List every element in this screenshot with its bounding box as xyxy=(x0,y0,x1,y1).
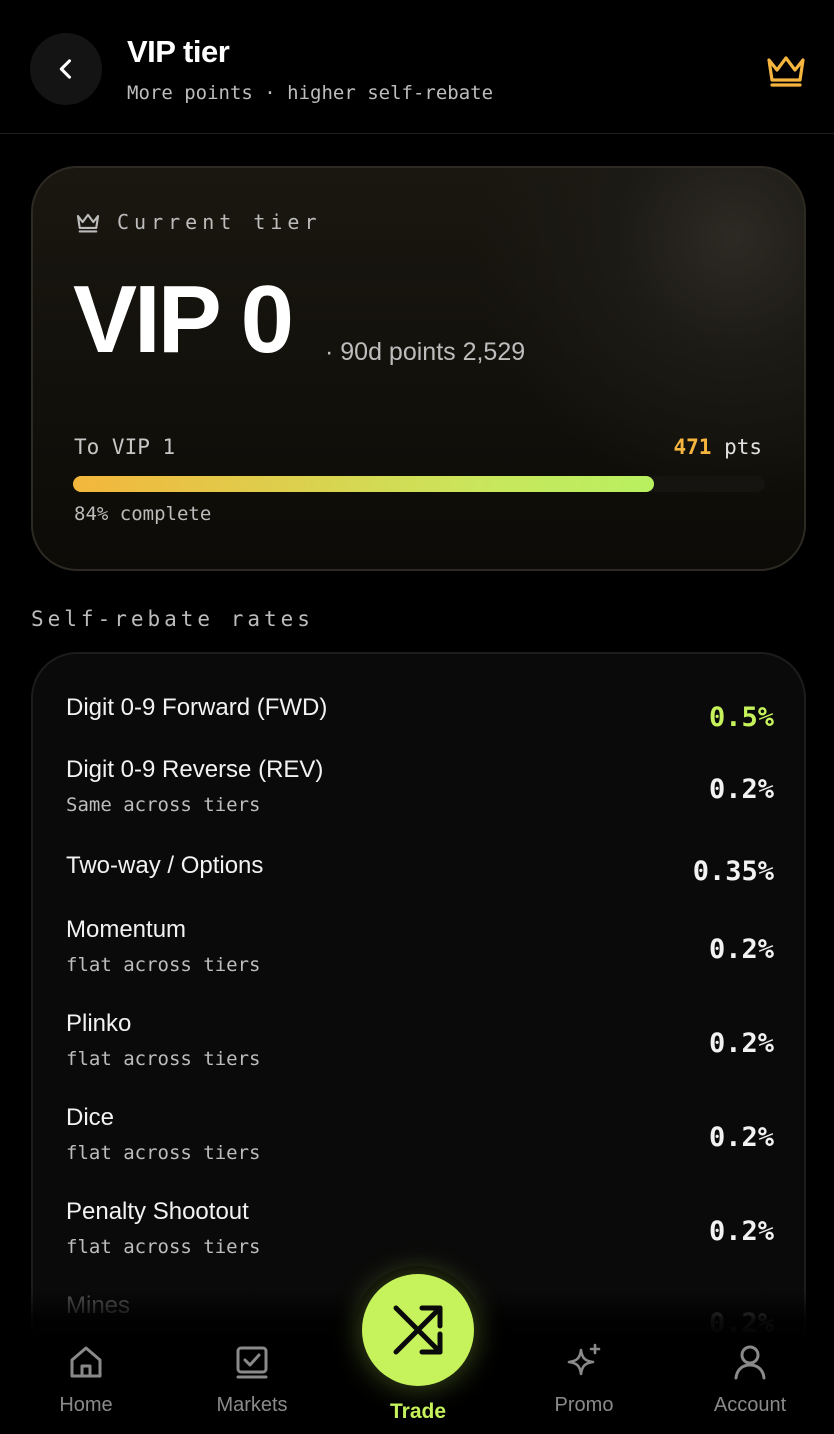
tier-progress-fill xyxy=(73,476,655,492)
rate-name: Momentum xyxy=(66,916,187,943)
rate-note: flat across tiers xyxy=(66,1048,261,1070)
rate-note: flat across tiers xyxy=(66,1236,261,1258)
points-needed-value: 471 xyxy=(673,435,712,459)
nav-trade[interactable] xyxy=(354,1266,482,1394)
sparkle-icon xyxy=(567,1343,601,1376)
rate-name: Two-way / Options xyxy=(66,852,264,879)
markets-icon xyxy=(236,1346,268,1379)
rate-note: flat across tiers xyxy=(66,1142,261,1164)
rate-row: Dice flat across tiers 0.2% xyxy=(66,1104,774,1164)
current-tier-label: Current tier xyxy=(117,210,322,234)
chevron-left-icon xyxy=(59,59,72,79)
rate-value: 0.35% xyxy=(692,856,774,887)
rate-value: 0.5% xyxy=(708,702,774,733)
rate-row: Momentum flat across tiers 0.2% xyxy=(66,916,774,976)
rate-value: 0.2% xyxy=(708,934,774,965)
rate-name: Dice xyxy=(66,1104,115,1131)
user-icon xyxy=(734,1345,766,1380)
nav-markets-label: Markets xyxy=(216,1394,288,1416)
nav-account[interactable]: Account xyxy=(690,1342,810,1417)
section-title-rebate-rates: Self-rebate rates xyxy=(31,607,314,631)
nav-home[interactable]: Home xyxy=(26,1342,146,1417)
progress-complete-text: 84% complete xyxy=(74,503,212,525)
nav-account-label: Account xyxy=(713,1394,787,1416)
tier-progress-bar xyxy=(73,476,765,492)
rate-value: 0.2% xyxy=(708,1028,774,1059)
tier-name: VIP 0 xyxy=(73,266,294,373)
rate-row: Two-way / Options 0.35% xyxy=(66,852,774,887)
page-subtitle: More points · higher self-rebate xyxy=(127,82,494,104)
trade-button[interactable] xyxy=(362,1274,474,1386)
nav-markets[interactable]: Markets xyxy=(192,1342,312,1417)
rate-name: Penalty Shootout xyxy=(66,1198,249,1225)
page-title: VIP tier xyxy=(127,34,230,69)
crown-icon xyxy=(76,213,100,233)
rate-note: Same across tiers xyxy=(66,794,261,816)
rate-row: Digit 0-9 Reverse (REV) Same across tiers… xyxy=(66,756,774,816)
nav-home-label: Home xyxy=(59,1394,113,1416)
tier-label-row: Current tier xyxy=(75,210,322,234)
points-remaining: 471 pts xyxy=(673,435,762,459)
rate-name: Plinko xyxy=(66,1010,132,1037)
rate-name: Digit 0-9 Reverse (REV) xyxy=(66,756,324,783)
shuffle-icon xyxy=(393,1305,443,1355)
points-unit: pts xyxy=(724,435,762,459)
nav-trade-label: Trade xyxy=(389,1400,447,1423)
rate-value: 0.2% xyxy=(708,774,774,805)
rate-note: flat across tiers xyxy=(66,954,261,976)
rate-row: Penalty Shootout flat across tiers 0.2% xyxy=(66,1198,774,1258)
home-icon xyxy=(70,1346,102,1378)
tier-points: · 90d points 2,529 xyxy=(325,338,526,366)
rebate-rates-card: Digit 0-9 Forward (FWD) 0.5% Digit 0-9 Rev… xyxy=(31,652,806,1372)
rate-value: 0.2% xyxy=(708,1122,774,1153)
rate-row: Plinko flat across tiers 0.2% xyxy=(66,1010,774,1070)
rate-row: Digit 0-9 Forward (FWD) 0.5% xyxy=(66,694,774,733)
current-tier-card: Current tier VIP 0 · 90d points 2,529 To… xyxy=(31,166,806,571)
rate-value: 0.2% xyxy=(708,1216,774,1247)
nav-promo[interactable]: Promo xyxy=(524,1342,644,1417)
nav-promo-label: Promo xyxy=(554,1394,614,1416)
rate-name: Digit 0-9 Forward (FWD) xyxy=(66,694,328,721)
crown-icon[interactable] xyxy=(764,50,808,90)
back-button[interactable] xyxy=(30,33,102,105)
next-tier-label: To VIP 1 xyxy=(74,435,176,459)
bottom-nav: Home Markets Trade Promo Account xyxy=(0,1266,834,1434)
header: VIP tier More points · higher self-rebat… xyxy=(0,0,834,134)
